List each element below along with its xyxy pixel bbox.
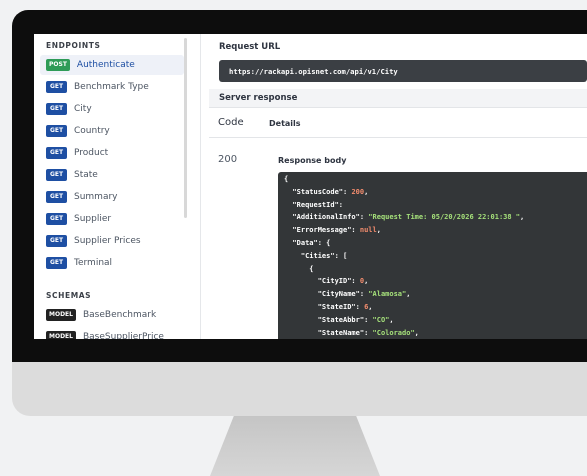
divider <box>209 107 587 108</box>
code-line: { <box>284 175 288 183</box>
method-badge: GET <box>46 147 67 159</box>
sidebar: ENDPOINTS POST Authenticate GET Benchmark T… <box>34 34 184 339</box>
method-badge: GET <box>46 257 67 269</box>
sidebar-item-authenticate[interactable]: POST Authenticate <box>40 55 184 75</box>
sidebar-item-label: Authenticate <box>76 60 135 70</box>
schema-item-basesupplierprice[interactable]: MODEL BaseSupplierPrice <box>40 327 184 339</box>
response-body-code[interactable]: { "StatusCode": 200, "RequestId": "Addit… <box>278 172 587 339</box>
code-token: "CityName": <box>284 290 369 299</box>
code-line: "StatusCode": 200, <box>284 188 368 196</box>
method-badge: GET <box>46 213 67 225</box>
code-line: "ErrorMessage": null, <box>284 226 381 234</box>
sidebar-item-state[interactable]: GET State <box>40 165 184 185</box>
code-token: , <box>389 315 394 324</box>
code-token: 200 <box>351 187 365 196</box>
sidebar-item-supplier-prices[interactable]: GET Supplier Prices <box>40 231 184 251</box>
code-token: "StateAbbr": <box>284 315 373 324</box>
method-badge: GET <box>46 191 67 203</box>
sidebar-item-label: City <box>74 104 92 114</box>
screen: ENDPOINTS POST Authenticate GET Benchmark T… <box>34 34 587 339</box>
sidebar-item-supplier[interactable]: GET Supplier <box>40 209 184 229</box>
method-badge: GET <box>46 81 67 93</box>
code-token: "StateID": <box>284 303 365 311</box>
code-line: "Data": { <box>284 239 330 247</box>
code-line: "StateName": "Colorado", <box>284 329 419 337</box>
code-line: "StateAbbr": "CO", <box>284 316 394 324</box>
method-badge: GET <box>46 169 67 181</box>
request-url-label: Request URL <box>219 42 281 52</box>
status-code: 200 <box>218 154 238 165</box>
code-token: "StateName": <box>284 328 373 337</box>
endpoints-heading: ENDPOINTS <box>46 41 101 50</box>
server-response-label: Server response <box>219 93 298 103</box>
main-panel: Request URL https://rackapi.opisnet.com/… <box>209 34 587 339</box>
code-line: "StateID": 6, <box>284 303 373 311</box>
request-url-box[interactable]: https://rackapi.opisnet.com/api/v1/City <box>219 60 587 82</box>
code-token: "StatusCode": <box>284 187 352 196</box>
code-token: "Alamosa" <box>368 290 407 299</box>
code-token: { <box>284 264 314 273</box>
sidebar-scrollbar[interactable] <box>184 38 187 218</box>
code-line: "Cities": [ <box>284 252 347 260</box>
request-url-text: https://rackapi.opisnet.com/api/v1/City <box>229 66 398 76</box>
divider <box>209 137 587 138</box>
sidebar-item-label: Supplier Prices <box>74 236 141 246</box>
code-token: , <box>364 277 369 286</box>
code-token: , <box>376 226 381 235</box>
code-column-header: Code <box>218 117 244 128</box>
model-badge: MODEL <box>46 309 76 321</box>
code-line: "CityName": "Alamosa", <box>284 290 411 299</box>
schema-item-label: BaseSupplierPrice <box>82 332 164 339</box>
sidebar-item-benchmark-type[interactable]: GET Benchmark Type <box>40 77 184 97</box>
code-token: "CityID": <box>284 277 360 286</box>
code-token: "ErrorMessage": <box>284 226 360 235</box>
code-token: "CO" <box>372 315 390 324</box>
method-badge: GET <box>46 235 67 247</box>
schemas-heading: SCHEMAS <box>46 291 92 300</box>
code-token: , <box>364 187 369 196</box>
code-token: "Data": { <box>284 239 331 247</box>
code-line: { <box>284 264 314 273</box>
code-token: "Cities": [ <box>284 251 348 260</box>
sidebar-item-label: Summary <box>74 192 118 202</box>
sidebar-item-label: Country <box>74 126 110 136</box>
sidebar-item-label: Supplier <box>74 214 112 224</box>
code-token: "AdditionalInfo": <box>284 213 369 222</box>
code-line: "CityID": 0, <box>284 277 369 286</box>
method-badge: GET <box>46 103 67 115</box>
monitor-stand <box>210 416 380 476</box>
schema-item-label: BaseBenchmark <box>82 310 157 320</box>
model-badge: MODEL <box>46 331 76 339</box>
sidebar-divider <box>200 34 201 339</box>
code-token: , <box>406 290 411 299</box>
response-body-label: Response body <box>278 156 347 165</box>
code-line: "RequestId": <box>284 201 343 209</box>
code-token: , <box>368 303 373 311</box>
sidebar-item-summary[interactable]: GET Summary <box>40 187 184 207</box>
schema-item-basebenchmark[interactable]: MODEL BaseBenchmark <box>40 305 184 325</box>
details-column-header: Details <box>269 119 301 128</box>
sidebar-item-label: Benchmark Type <box>74 82 149 92</box>
code-token: { <box>284 175 289 183</box>
sidebar-item-city[interactable]: GET City <box>40 99 184 119</box>
code-token: "Request Time: 05/20/2026 22:01:38 " <box>368 213 521 222</box>
code-token: "RequestId": <box>284 200 344 209</box>
code-token: , <box>520 213 525 222</box>
monitor-chin <box>12 362 587 416</box>
sidebar-item-country[interactable]: GET Country <box>40 121 184 141</box>
sidebar-item-label: Product <box>74 148 109 158</box>
sidebar-item-product[interactable]: GET Product <box>40 143 184 163</box>
sidebar-item-label: State <box>74 170 98 180</box>
method-badge: POST <box>46 59 70 71</box>
code-token: null <box>359 226 377 235</box>
code-token: "Colorado" <box>372 328 415 337</box>
method-badge: GET <box>46 125 67 137</box>
sidebar-item-terminal[interactable]: GET Terminal <box>40 253 184 273</box>
sidebar-item-label: Terminal <box>74 258 113 268</box>
code-line: "AdditionalInfo": "Request Time: 05/20/2… <box>284 213 524 221</box>
code-token: , <box>414 328 419 337</box>
